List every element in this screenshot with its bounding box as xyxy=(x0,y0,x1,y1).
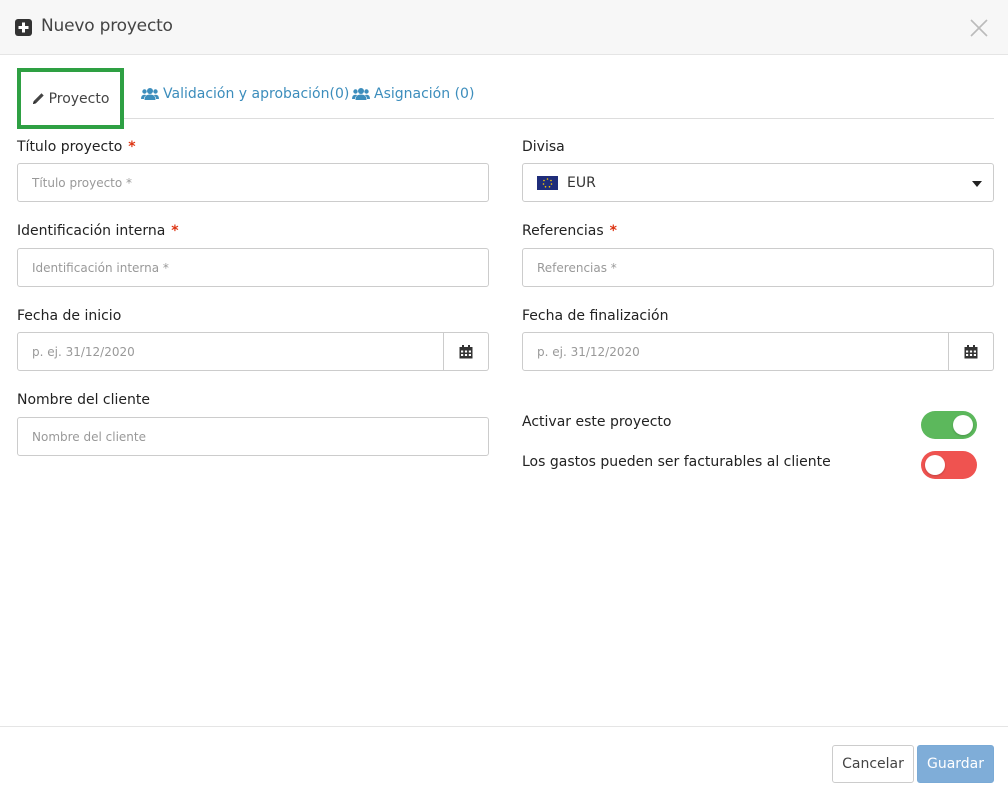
referencias-label: Referencias * xyxy=(522,223,617,239)
fecha-fin-group xyxy=(522,332,994,371)
facturables-label: Los gastos pueden ser facturables al cli… xyxy=(522,454,831,470)
facturables-toggle[interactable] xyxy=(921,451,977,479)
activar-toggle[interactable] xyxy=(921,411,977,439)
identificacion-label: Identificación interna * xyxy=(17,223,179,239)
toggle-knob xyxy=(925,455,945,475)
cancel-button[interactable]: Cancelar xyxy=(832,745,914,783)
calendar-icon xyxy=(459,344,473,358)
tab-bar: Proyecto Validación y aprobación(0) Asig… xyxy=(17,68,994,129)
titulo-input[interactable] xyxy=(17,163,489,202)
titulo-label: Título proyecto * xyxy=(17,139,136,155)
referencias-input[interactable] xyxy=(522,248,994,287)
divisa-select[interactable]: EUR xyxy=(522,163,994,202)
fecha-fin-label: Fecha de finalización xyxy=(522,308,669,324)
required-mark: * xyxy=(609,223,617,239)
divisa-value: EUR xyxy=(567,175,596,191)
tab-asignacion[interactable]: Asignación (0) xyxy=(352,68,474,119)
cliente-label: Nombre del cliente xyxy=(17,392,150,408)
required-mark: * xyxy=(128,139,136,155)
save-button[interactable]: Guardar xyxy=(917,745,994,783)
eu-flag-icon xyxy=(537,176,558,190)
fecha-inicio-calendar-button[interactable] xyxy=(444,332,489,371)
modal-footer: Cancelar Guardar xyxy=(0,726,1008,794)
modal-header: Nuevo proyecto xyxy=(0,0,1008,55)
fecha-fin-calendar-button[interactable] xyxy=(949,332,994,371)
fecha-inicio-group xyxy=(17,332,489,371)
cliente-input[interactable] xyxy=(17,417,489,456)
toggle-knob xyxy=(953,415,973,435)
fecha-fin-input[interactable] xyxy=(522,332,949,371)
required-mark: * xyxy=(171,223,179,239)
fecha-inicio-input[interactable] xyxy=(17,332,444,371)
calendar-icon xyxy=(964,344,978,358)
tab-validacion[interactable]: Validación y aprobación(0) xyxy=(141,68,349,119)
activar-label: Activar este proyecto xyxy=(522,414,672,430)
divisa-label: Divisa xyxy=(522,139,565,155)
tab-proyecto[interactable]: Proyecto xyxy=(17,68,124,129)
close-icon[interactable] xyxy=(968,17,990,39)
identificacion-input[interactable] xyxy=(17,248,489,287)
tab-proyecto-label: Proyecto xyxy=(48,90,110,107)
plus-square-icon xyxy=(15,19,32,36)
fecha-inicio-label: Fecha de inicio xyxy=(17,308,122,324)
users-icon xyxy=(352,87,370,100)
users-icon xyxy=(141,87,159,100)
caret-down-icon xyxy=(972,181,982,187)
pencil-icon xyxy=(32,93,44,104)
new-project-modal: Nuevo proyecto Proyecto Validación y apr… xyxy=(0,0,1008,794)
modal-title: Nuevo proyecto xyxy=(41,16,173,36)
tab-asignacion-label: Asignación (0) xyxy=(374,85,475,102)
tab-validacion-label: Validación y aprobación(0) xyxy=(163,85,350,102)
